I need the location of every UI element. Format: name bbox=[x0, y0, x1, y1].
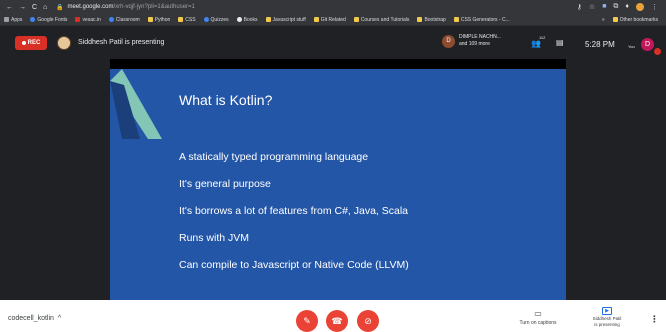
captions-button[interactable]: ▭ Turn on captions bbox=[514, 309, 562, 326]
participant-more: and 109 more bbox=[459, 41, 490, 47]
folder-icon bbox=[313, 17, 319, 22]
star-icon[interactable]: ☆ bbox=[589, 3, 595, 11]
presenting-line2: is presenting bbox=[594, 322, 620, 327]
slide-bullet: It's general purpose bbox=[179, 178, 271, 190]
meet-header: REC Siddhesh Patil is presenting D DIMPL… bbox=[0, 27, 666, 59]
forward-arrow-icon[interactable]: → bbox=[19, 4, 26, 11]
folder-icon bbox=[353, 17, 359, 22]
browser-toolbar: ← → C ⌂ 🔒 meet.google.com/xrh-vqjf-jyn?p… bbox=[0, 0, 666, 14]
captions-icon: ▭ bbox=[534, 309, 542, 318]
camera-off-icon: ⊘ bbox=[364, 315, 372, 326]
folder-icon bbox=[417, 17, 423, 22]
address-bar[interactable]: 🔒 meet.google.com/xrh-vqjf-jyn?pli=1&aut… bbox=[56, 4, 577, 11]
folder-icon bbox=[612, 17, 618, 22]
key-icon[interactable]: ⚷ bbox=[577, 3, 582, 11]
apps-grid-icon bbox=[4, 17, 9, 22]
presenting-status: Siddhesh Patil is presenting bbox=[78, 39, 165, 46]
meeting-name: codecell_kotlin bbox=[8, 315, 54, 322]
browser-tools: ⚷ ☆ ■ ⧉ ♦ ⋮ bbox=[577, 3, 666, 11]
slide-bullet: A statically typed programming language bbox=[179, 151, 369, 163]
presenting-button[interactable]: ▶ Siddhesh Patil is presenting bbox=[583, 307, 631, 328]
slide-letterbox bbox=[110, 59, 566, 69]
other-bookmarks[interactable]: Other bookmarks bbox=[612, 17, 658, 23]
camera-off-button[interactable]: ⊘ bbox=[357, 310, 379, 332]
alert-badge bbox=[654, 48, 661, 55]
slide-bullets: A statically typed programming language … bbox=[179, 151, 409, 286]
folder-icon bbox=[147, 17, 153, 22]
bookmark-apps[interactable]: Apps bbox=[4, 17, 22, 23]
bookmark-css[interactable]: CSS bbox=[178, 17, 196, 23]
chat-icon[interactable]: ▤ bbox=[556, 38, 564, 47]
hang-up-icon: ☎ bbox=[331, 315, 343, 326]
google-fonts-icon bbox=[30, 17, 36, 22]
chevron-up-icon: ^ bbox=[57, 315, 62, 322]
pin-icon[interactable]: ♦ bbox=[625, 3, 629, 11]
bookmark-courses[interactable]: Courses and Tutorials bbox=[353, 17, 409, 23]
self-avatar[interactable]: D bbox=[641, 38, 654, 51]
meeting-details[interactable]: codecell_kotlin ^ bbox=[8, 315, 61, 322]
profile-avatar[interactable] bbox=[636, 3, 644, 11]
puzzle-icon[interactable]: ⧉ bbox=[613, 3, 618, 11]
home-icon[interactable]: ⌂ bbox=[43, 4, 47, 11]
quizzes-icon bbox=[203, 17, 209, 22]
presenter-avatar bbox=[57, 36, 71, 50]
presented-slide: What is Kotlin? A statically typed progr… bbox=[110, 69, 566, 300]
leave-call-button[interactable]: ☎ bbox=[326, 310, 348, 332]
folder-icon bbox=[265, 17, 271, 22]
slide-bullet: It's borrows a lot of features from C#, … bbox=[179, 205, 409, 217]
slide-bullet: Can compile to Javascript or Native Code… bbox=[179, 259, 409, 271]
presentation-stage: What is Kotlin? A statically typed progr… bbox=[0, 59, 666, 300]
classroom-icon bbox=[108, 17, 114, 22]
bookmarks-bar: Apps Google Fonts vesac.in Classroom Pyt… bbox=[0, 14, 666, 26]
slide-decoration bbox=[110, 69, 162, 139]
meet-controls-bar: codecell_kotlin ^ ✎ ☎ ⊘ ▭ Turn on captio… bbox=[0, 300, 666, 332]
people-count: 112 bbox=[539, 35, 546, 40]
participant-tile[interactable]: D DIMPLE NACHN... and 109 more bbox=[442, 34, 501, 48]
extension-icon[interactable]: ■ bbox=[602, 3, 606, 11]
bookmark-vesac[interactable]: vesac.in bbox=[75, 17, 101, 23]
slide-bullet: Runs with JVM bbox=[179, 232, 250, 244]
mic-off-icon: ✎ bbox=[303, 315, 311, 326]
browser-nav: ← → C ⌂ bbox=[0, 4, 56, 11]
folder-icon bbox=[178, 17, 184, 22]
meeting-clock: 5:28 PM bbox=[585, 40, 615, 49]
url-host: meet.google.com bbox=[67, 4, 114, 10]
bookmark-books[interactable]: Books bbox=[236, 17, 258, 23]
participant-avatar: D bbox=[442, 34, 455, 48]
menu-icon[interactable]: ⋮ bbox=[651, 3, 658, 11]
slide-title: What is Kotlin? bbox=[179, 92, 273, 108]
you-label: You bbox=[628, 44, 635, 49]
bookmark-quizzes[interactable]: Quizzes bbox=[203, 17, 229, 23]
lock-icon: 🔒 bbox=[56, 4, 64, 11]
back-arrow-icon[interactable]: ← bbox=[6, 4, 13, 11]
bookmark-python[interactable]: Python bbox=[147, 17, 170, 23]
url-path: /xrh-vqjf-jyn?pli=1&authuser=1 bbox=[113, 4, 195, 10]
bookmark-css-generators[interactable]: CSS Generators - C... bbox=[453, 17, 510, 23]
bookmark-javascript[interactable]: Javascript stuff bbox=[265, 17, 306, 23]
captions-label: Turn on captions bbox=[519, 320, 557, 326]
reload-icon[interactable]: C bbox=[32, 4, 37, 11]
bookmark-classroom[interactable]: Classroom bbox=[108, 17, 140, 23]
present-screen-icon: ▶ bbox=[602, 307, 612, 315]
bookmark-google-fonts[interactable]: Google Fonts bbox=[30, 17, 67, 23]
bookmark-bootstrap[interactable]: Bootstrap bbox=[417, 17, 446, 23]
more-options-icon[interactable]: ⋮ bbox=[650, 314, 659, 325]
mic-off-button[interactable]: ✎ bbox=[296, 310, 318, 332]
record-dot-icon bbox=[21, 41, 26, 45]
people-icon[interactable]: 👥 bbox=[531, 39, 541, 48]
folder-icon bbox=[453, 17, 459, 22]
vesac-icon bbox=[75, 17, 81, 22]
participant-name: DIMPLE NACHN... bbox=[459, 34, 501, 40]
recording-badge: REC bbox=[15, 36, 47, 50]
bookmark-git[interactable]: Git Related bbox=[313, 17, 346, 23]
bookmarks-overflow[interactable]: » bbox=[602, 17, 605, 23]
github-icon bbox=[236, 17, 242, 22]
